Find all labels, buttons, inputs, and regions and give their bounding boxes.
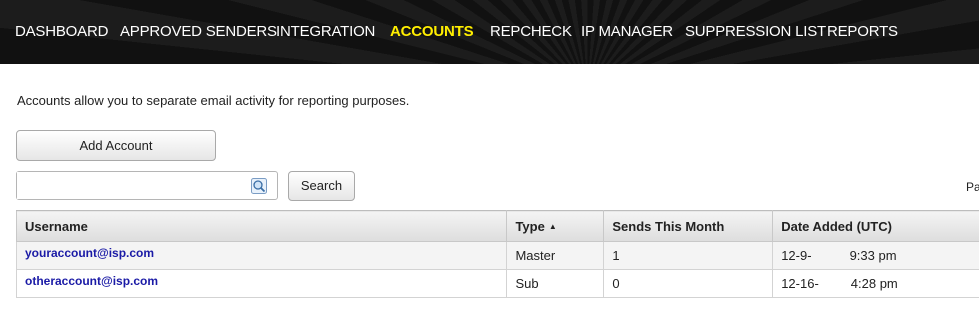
username-link[interactable]: youraccount@isp.com (25, 246, 154, 260)
table-header-row: Username Type ▲ Sends This Month Date Add… (15, 210, 979, 242)
date-added-cell: 12-9- 9:33 pm (772, 241, 979, 270)
nav-repcheck[interactable]: REPCHECK (490, 23, 572, 40)
nav-reports[interactable]: REPORTS (827, 23, 898, 40)
pagination-label: Pa (966, 180, 979, 194)
date-value: 12-9- (781, 248, 812, 263)
nav-ip-manager[interactable]: IP MANAGER (581, 23, 673, 40)
username-link[interactable]: otheraccount@isp.com (25, 274, 158, 288)
sort-ascending-icon: ▲ (548, 221, 557, 231)
nav-accounts[interactable]: ACCOUNTS (390, 23, 474, 40)
date-value: 12-16- (781, 276, 819, 291)
add-account-button[interactable]: Add Account (16, 130, 216, 161)
top-navigation: DASHBOARD APPROVED SENDERS INTEGRATION A… (0, 0, 979, 64)
nav-approved-senders[interactable]: APPROVED SENDERS (120, 23, 277, 40)
time-value: 9:33 pm (849, 248, 897, 263)
table-row: youraccount@isp.com Master 1 12-9- 9:33 p… (15, 241, 979, 270)
magnifier-icon[interactable] (251, 178, 267, 194)
username-cell: youraccount@isp.com (15, 241, 508, 270)
search-button[interactable]: Search (288, 171, 355, 201)
search-field (16, 171, 278, 200)
accounts-table: Username Type ▲ Sends This Month Date Add… (15, 210, 979, 298)
table-row: otheraccount@isp.com Sub 0 12-16- 4:28 pm (15, 269, 979, 298)
column-header-username[interactable]: Username (15, 210, 508, 242)
nav-suppression-list[interactable]: SUPPRESSION LIST (685, 23, 826, 40)
sends-cell: 1 (603, 241, 774, 270)
intro-text: Accounts allow you to separate email act… (17, 93, 410, 108)
type-cell: Master (506, 241, 605, 270)
column-header-date-added[interactable]: Date Added (UTC) (772, 210, 979, 242)
date-added-cell: 12-16- 4:28 pm (772, 269, 979, 298)
search-input[interactable] (17, 172, 242, 199)
time-value: 4:28 pm (850, 276, 898, 291)
column-header-sends[interactable]: Sends This Month (603, 210, 774, 242)
column-header-type[interactable]: Type ▲ (506, 210, 605, 242)
type-cell: Sub (506, 269, 605, 298)
username-cell: otheraccount@isp.com (15, 269, 508, 298)
nav-integration[interactable]: INTEGRATION (276, 23, 375, 40)
sends-cell: 0 (603, 269, 774, 298)
nav-dashboard[interactable]: DASHBOARD (15, 23, 108, 40)
